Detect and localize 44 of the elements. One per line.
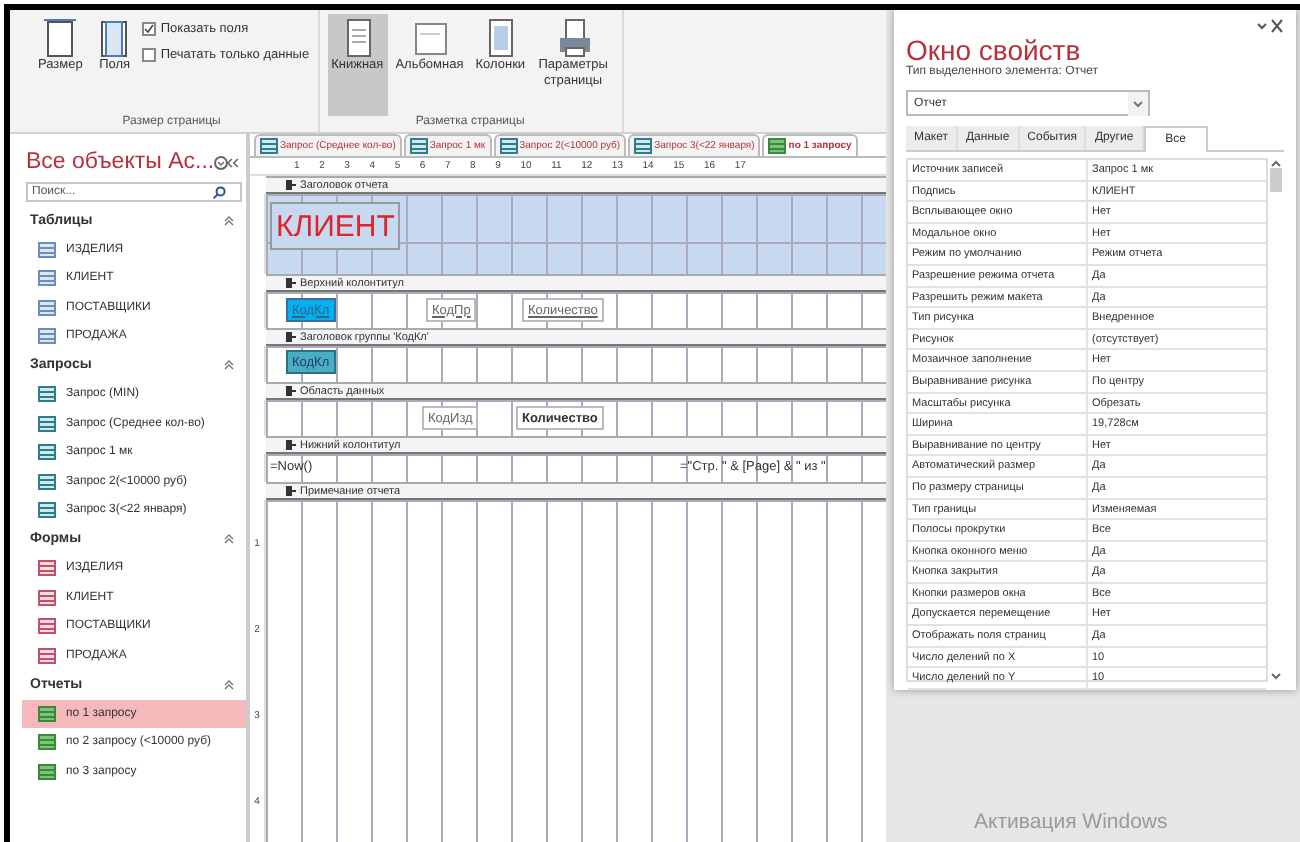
- section-marker-icon: [286, 486, 296, 496]
- report-icon: [38, 705, 56, 722]
- query-icon: [260, 138, 278, 154]
- report-icon: [38, 763, 56, 780]
- query-icon: [38, 444, 56, 461]
- collapse-icon[interactable]: [224, 534, 234, 545]
- query-icon: [409, 138, 428, 154]
- query-icon: [38, 415, 56, 432]
- pane-title: Все объекты Ac...: [26, 150, 215, 174]
- collapse-icon[interactable]: [224, 215, 234, 226]
- scroll-up-icon[interactable]: [1270, 158, 1282, 168]
- section-marker-icon: [286, 440, 296, 450]
- section-marker-icon: [286, 278, 296, 288]
- section-marker-icon: [286, 386, 296, 396]
- form-icon: [38, 560, 56, 577]
- form-icon: [38, 589, 56, 606]
- collapse-icon[interactable]: [224, 360, 234, 371]
- checkmark-icon: [144, 24, 155, 34]
- query-icon: [38, 473, 56, 490]
- chevron-down-icon: [1128, 91, 1148, 115]
- query-icon: [38, 502, 56, 519]
- form-icon: [38, 647, 56, 664]
- query-icon: [499, 138, 518, 154]
- section-marker-icon: [286, 332, 296, 342]
- form-icon: [38, 618, 56, 635]
- report-icon: [768, 138, 787, 154]
- collapse-icon[interactable]: [224, 679, 234, 690]
- pane-controls-icon[interactable]: [214, 155, 242, 169]
- scroll-down-icon[interactable]: [1270, 672, 1282, 682]
- table-icon: [38, 299, 56, 316]
- table-icon: [38, 328, 56, 345]
- query-icon: [38, 386, 56, 403]
- landscape-page-icon: [409, 18, 450, 58]
- search-icon: [212, 185, 226, 199]
- page-size-icon: [40, 18, 81, 58]
- activation-notice: Активация Windows: [974, 810, 1168, 834]
- section-marker-icon: [286, 180, 296, 190]
- query-icon: [634, 138, 653, 154]
- scroll-thumb: [1270, 168, 1282, 192]
- close-icon[interactable]: [1256, 18, 1284, 34]
- table-icon: [38, 270, 56, 287]
- report-icon: [38, 734, 56, 751]
- table-icon: [38, 241, 56, 258]
- panel-title: Окно свойств: [906, 32, 1081, 66]
